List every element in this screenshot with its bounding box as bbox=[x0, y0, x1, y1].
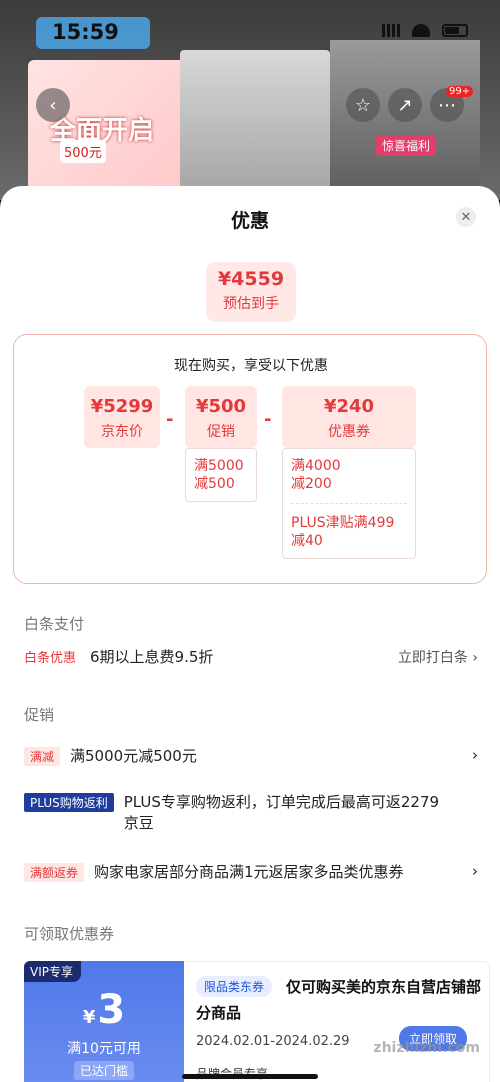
coupon-condition: 满10元可用 bbox=[67, 1041, 141, 1057]
notification-badge: 99+ bbox=[446, 86, 474, 97]
sheet-title: 优惠 bbox=[230, 210, 269, 232]
minus-operator: - bbox=[166, 409, 174, 430]
promo-price-card: ¥500 促销 bbox=[185, 386, 257, 448]
promo-label: 促销 bbox=[207, 424, 235, 440]
coupon-breakdown: 满4000 减200 PLUS津贴满499 减40 bbox=[282, 448, 416, 559]
coupon-return-tag: 满额返券 bbox=[24, 863, 85, 882]
wifi-icon bbox=[412, 24, 430, 37]
coupon-breakdown-line1: 满4000 bbox=[291, 458, 341, 474]
promo-item-plus[interactable]: PLUS购物返利 PLUS专享购物返利，订单完成后最高可返2279京豆 bbox=[24, 792, 444, 834]
coupon-return-text: 购家电家居部分商品满1元返居家多品类优惠券 bbox=[94, 863, 404, 881]
favorite-icon[interactable]: ☆ bbox=[346, 88, 380, 122]
chevron-right-icon: › bbox=[472, 862, 478, 880]
back-icon[interactable]: ‹ bbox=[36, 88, 70, 122]
coupon-value: ¥3 bbox=[24, 987, 184, 1033]
plus-breakdown-line1: PLUS津贴满499 bbox=[291, 515, 395, 531]
breakdown-heading: 现在购买，享受以下优惠 bbox=[174, 358, 328, 374]
home-indicator[interactable] bbox=[182, 1074, 318, 1079]
coupon-date-range: 2024.02.01-2024.02.29 bbox=[196, 1034, 350, 1049]
coupon-price-card: ¥240 优惠券 bbox=[282, 386, 416, 448]
promo-breakdown-line1: 满5000 bbox=[194, 458, 244, 474]
promo-tag: 惊喜福利 bbox=[376, 135, 437, 156]
product-background: 15:59 全面开启 500元 ‹ ☆ ↗ ⋯ 99+ 惊喜福利 bbox=[0, 0, 500, 200]
baitiao-row[interactable]: 白条优惠 6期以上息费9.5折 立即打白条 › bbox=[24, 647, 480, 668]
divider bbox=[291, 503, 407, 504]
status-icons bbox=[382, 24, 468, 37]
promo-sub-text: 500元 bbox=[60, 140, 106, 163]
signal-icon bbox=[382, 24, 400, 37]
close-icon[interactable]: ✕ bbox=[456, 207, 476, 227]
coupon-card[interactable]: VIP专享 ¥3 满10元可用 已达门槛 限品类东券 仅可购买美的京东自营店铺部… bbox=[24, 961, 490, 1082]
promo-item-coupon-return[interactable]: 满额返券 购家电家居部分商品满1元返居家多品类优惠券 › bbox=[24, 862, 480, 883]
discount-breakdown: 现在购买，享受以下优惠 ¥5299 京东价 - ¥500 促销 - ¥240 优… bbox=[13, 334, 487, 584]
baitiao-link[interactable]: 立即打白条 › bbox=[398, 647, 478, 667]
coupon-status: 已达门槛 bbox=[74, 1061, 135, 1080]
coupon-breakdown-line2: 减200 bbox=[291, 476, 332, 492]
promo-amount: ¥500 bbox=[195, 396, 247, 417]
coupon-info-panel: 限品类东券 仅可购买美的京东自营店铺部分商品 2024.02.01-2024.0… bbox=[184, 961, 490, 1082]
promo-item-discount[interactable]: 满减 满5000元减500元 › bbox=[24, 746, 480, 767]
baitiao-section-title: 白条支付 bbox=[24, 615, 85, 633]
status-time: 15:59 bbox=[52, 20, 119, 44]
plus-text: PLUS专享购物返利，订单完成后最高可返2279京豆 bbox=[123, 793, 440, 832]
discount-sheet: 优惠 ✕ ¥4559 预估到手 现在购买，享受以下优惠 ¥5299 京东价 - … bbox=[0, 186, 500, 1082]
plus-tag: PLUS购物返利 bbox=[24, 793, 114, 812]
minus-operator: - bbox=[264, 409, 272, 430]
battery-icon bbox=[442, 24, 468, 37]
coupon-amount: ¥240 bbox=[323, 396, 375, 417]
coupon-section-title: 可领取优惠券 bbox=[24, 925, 115, 943]
vip-tag: VIP专享 bbox=[24, 961, 81, 982]
coupon-value-panel: VIP专享 ¥3 满10元可用 已达门槛 bbox=[24, 961, 184, 1082]
promo-text: 满5000元减500元 bbox=[70, 747, 197, 765]
promo-breakdown: 满5000 减500 bbox=[185, 448, 257, 502]
watermark: zhizhizhi.com bbox=[373, 1040, 480, 1056]
estimated-price-box: ¥4559 预估到手 bbox=[206, 262, 296, 322]
jd-price-label: 京东价 bbox=[101, 424, 143, 440]
promo-breakdown-line2: 减500 bbox=[194, 476, 235, 492]
promo-tag: 满减 bbox=[24, 747, 61, 766]
jd-price-card: ¥5299 京东价 bbox=[84, 386, 160, 448]
baitiao-tag: 白条优惠 bbox=[24, 651, 77, 666]
coupon-description: 仅可购买美的京东自营店铺部分商品 bbox=[196, 978, 482, 1022]
currency-symbol: ¥ bbox=[82, 1007, 96, 1028]
plus-breakdown-line2: 减40 bbox=[291, 533, 323, 549]
product-image bbox=[180, 50, 330, 190]
chevron-right-icon: › bbox=[472, 746, 478, 764]
coupon-label: 优惠券 bbox=[328, 424, 370, 440]
estimated-price: ¥4559 bbox=[217, 268, 285, 290]
coupon-amount-value: 3 bbox=[97, 987, 126, 1033]
share-icon[interactable]: ↗ bbox=[388, 88, 422, 122]
promo-section-title: 促销 bbox=[24, 706, 55, 724]
jd-price-amount: ¥5299 bbox=[90, 396, 154, 417]
estimated-price-label: 预估到手 bbox=[223, 296, 279, 312]
